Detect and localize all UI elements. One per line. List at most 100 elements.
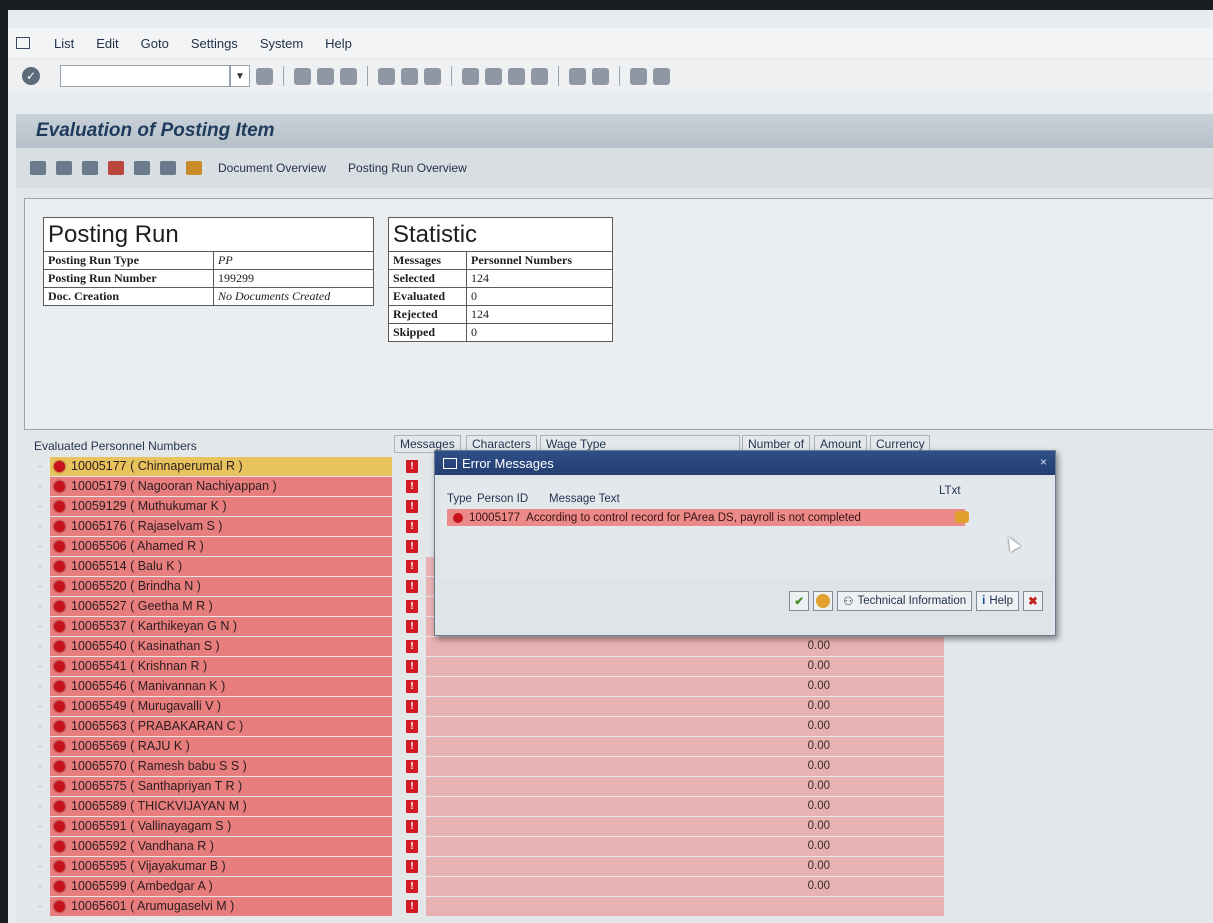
personnel-name-cell[interactable]: 10065589 ( THICKVIJAYAN M ) — [50, 796, 392, 816]
previous-page-icon[interactable] — [485, 67, 502, 85]
error-message-icon[interactable]: ! — [406, 599, 418, 613]
personnel-name-cell[interactable]: 10065599 ( Ambedgar A ) — [50, 876, 392, 896]
document-overview-button[interactable]: Document Overview — [212, 159, 332, 177]
personnel-name-cell[interactable]: 10065546 ( Manivannan K ) — [50, 676, 392, 696]
error-message-icon[interactable]: ! — [406, 879, 418, 893]
personnel-row[interactable]: · 10065595 ( Vijayakumar B )! 0.00 — [30, 856, 970, 876]
person-id-column-header[interactable]: Person ID — [477, 493, 528, 505]
error-message-icon[interactable]: ! — [406, 819, 418, 833]
personnel-name-cell[interactable]: 10065570 ( Ramesh babu S S ) — [50, 756, 392, 776]
personnel-name-cell[interactable]: 10065541 ( Krishnan R ) — [50, 656, 392, 676]
personnel-name-cell[interactable]: 10065506 ( Ahamed R ) — [50, 536, 392, 556]
menu-system[interactable]: System — [260, 36, 303, 51]
back-icon[interactable] — [294, 67, 311, 85]
refresh-icon[interactable] — [82, 161, 98, 175]
error-message-icon[interactable]: ! — [406, 899, 418, 913]
details-button[interactable] — [813, 591, 834, 611]
continue-button[interactable]: ✔ — [789, 591, 810, 611]
cancel-icon[interactable] — [340, 67, 357, 85]
personnel-row[interactable]: · 10065589 ( THICKVIJAYAN M )! 0.00 — [30, 796, 970, 816]
long-text-icon[interactable] — [955, 511, 969, 523]
personnel-name-cell[interactable]: 10065520 ( Brindha N ) — [50, 576, 392, 596]
shortcut-icon[interactable] — [592, 67, 609, 85]
error-message-icon[interactable]: ! — [406, 779, 418, 793]
error-message-icon[interactable]: ! — [406, 759, 418, 773]
error-message-icon[interactable]: ! — [406, 519, 418, 533]
print-icon[interactable] — [378, 67, 395, 85]
next-page-icon[interactable] — [508, 67, 525, 85]
error-message-icon[interactable]: ! — [406, 739, 418, 753]
personnel-row[interactable]: · 10065599 ( Ambedgar A )! 0.00 — [30, 876, 970, 896]
command-field[interactable] — [60, 65, 230, 87]
ltxt-column-header[interactable]: LTxt — [939, 485, 961, 497]
error-message-icon[interactable]: ! — [406, 699, 418, 713]
save-icon[interactable] — [256, 67, 273, 85]
personnel-name-cell[interactable]: 10065176 ( Rajaselvam S ) — [50, 516, 392, 536]
cancel-dialog-button[interactable]: ✖ — [1023, 591, 1043, 611]
first-page-icon[interactable] — [462, 67, 479, 85]
error-message-icon[interactable]: ! — [406, 659, 418, 673]
error-message-icon[interactable]: ! — [406, 639, 418, 653]
help-icon[interactable] — [630, 67, 647, 85]
personnel-name-cell[interactable]: 10065514 ( Balu K ) — [50, 556, 392, 576]
exit-icon[interactable] — [317, 67, 334, 85]
error-message-icon[interactable]: ! — [406, 459, 418, 473]
error-message-icon[interactable]: ! — [406, 499, 418, 513]
evaluated-personnel-header[interactable]: Evaluated Personnel Numbers — [34, 439, 197, 453]
personnel-row[interactable]: · 10065591 ( Vallinayagam S )! 0.00 — [30, 816, 970, 836]
error-message-icon[interactable]: ! — [406, 479, 418, 493]
personnel-row[interactable]: · 10065575 ( Santhapriyan T R )! 0.00 — [30, 776, 970, 796]
personnel-row[interactable]: · 10065592 ( Vandhana R )! 0.00 — [30, 836, 970, 856]
error-message-icon[interactable]: ! — [406, 799, 418, 813]
personnel-name-cell[interactable]: 10065537 ( Karthikeyan G N ) — [50, 616, 392, 636]
error-message-icon[interactable]: ! — [406, 679, 418, 693]
personnel-name-cell[interactable]: 10065527 ( Geetha M R ) — [50, 596, 392, 616]
personnel-row[interactable]: · 10065601 ( Arumugaselvi M )! — [30, 896, 970, 916]
personnel-name-cell[interactable]: 10065563 ( PRABAKARAN C ) — [50, 716, 392, 736]
personnel-name-cell[interactable]: 10065601 ( Arumugaselvi M ) — [50, 896, 392, 916]
menu-list[interactable]: List — [54, 36, 74, 51]
menu-settings[interactable]: Settings — [191, 36, 238, 51]
find-next-icon[interactable] — [424, 67, 441, 85]
error-message-icon[interactable]: ! — [406, 719, 418, 733]
personnel-name-cell[interactable]: 10005179 ( Nagooran Nachiyappan ) — [50, 476, 392, 496]
command-dropdown-icon[interactable]: ▼ — [230, 65, 250, 87]
messages-icon[interactable] — [186, 161, 202, 175]
posting-run-overview-button[interactable]: Posting Run Overview — [342, 159, 473, 177]
personnel-name-cell[interactable]: 10065575 ( Santhapriyan T R ) — [50, 776, 392, 796]
personnel-row[interactable]: · 10065541 ( Krishnan R )! 0.00 — [30, 656, 970, 676]
error-message-icon[interactable]: ! — [406, 579, 418, 593]
personnel-name-cell[interactable]: 10065595 ( Vijayakumar B ) — [50, 856, 392, 876]
last-page-icon[interactable] — [531, 67, 548, 85]
dialog-close-icon[interactable]: × — [1040, 455, 1047, 469]
error-message-icon[interactable]: ! — [406, 619, 418, 633]
error-message-icon[interactable]: ! — [406, 539, 418, 553]
find-icon[interactable] — [401, 67, 418, 85]
personnel-name-cell[interactable]: 10065549 ( Murugavalli V ) — [50, 696, 392, 716]
type-column-header[interactable]: Type — [447, 493, 472, 505]
error-message-icon[interactable]: ! — [406, 839, 418, 853]
layout-menu-icon[interactable] — [653, 67, 670, 85]
personnel-name-cell[interactable]: 10059129 ( Muthukumar K ) — [50, 496, 392, 516]
personnel-name-cell[interactable]: 10065591 ( Vallinayagam S ) — [50, 816, 392, 836]
filter-icon[interactable] — [134, 161, 150, 175]
message-text-column-header[interactable]: Message Text — [549, 493, 620, 505]
error-message-row[interactable]: 10005177 According to control record for… — [447, 509, 969, 526]
personnel-name-cell[interactable]: 10005177 ( Chinnaperumal R ) — [50, 456, 392, 476]
help-button[interactable]: i Help — [976, 591, 1019, 611]
new-session-icon[interactable] — [569, 67, 586, 85]
error-message-icon[interactable]: ! — [406, 559, 418, 573]
menu-help[interactable]: Help — [325, 36, 352, 51]
personnel-row[interactable]: · 10065549 ( Murugavalli V )! 0.00 — [30, 696, 970, 716]
collapse-all-icon[interactable] — [56, 161, 72, 175]
personnel-row[interactable]: · 10065563 ( PRABAKARAN C )! 0.00 — [30, 716, 970, 736]
personnel-row[interactable]: · 10065546 ( Manivannan K )! 0.00 — [30, 676, 970, 696]
personnel-row[interactable]: · 10065569 ( RAJU K )! 0.00 — [30, 736, 970, 756]
window-menu-icon[interactable] — [16, 37, 30, 49]
error-message-icon[interactable]: ! — [406, 859, 418, 873]
enter-check-icon[interactable]: ✓ — [22, 67, 40, 85]
personnel-name-cell[interactable]: 10065540 ( Kasinathan S ) — [50, 636, 392, 656]
sort-icon[interactable] — [160, 161, 176, 175]
expand-all-icon[interactable] — [30, 161, 46, 175]
personnel-name-cell[interactable]: 10065592 ( Vandhana R ) — [50, 836, 392, 856]
